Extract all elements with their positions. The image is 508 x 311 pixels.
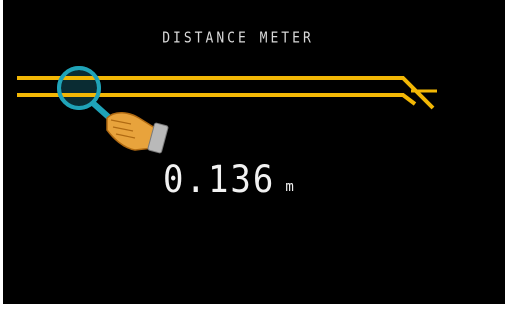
pointing-hand-icon — [106, 112, 169, 154]
distance-readout: 0.136 m — [163, 158, 294, 202]
distance-meter-screen: DISTANCE METER 0.136 m — [3, 0, 505, 304]
screen-title: DISTANCE METER — [162, 29, 314, 48]
distance-value: 0.136 — [163, 158, 276, 202]
distance-unit: m — [285, 179, 294, 195]
